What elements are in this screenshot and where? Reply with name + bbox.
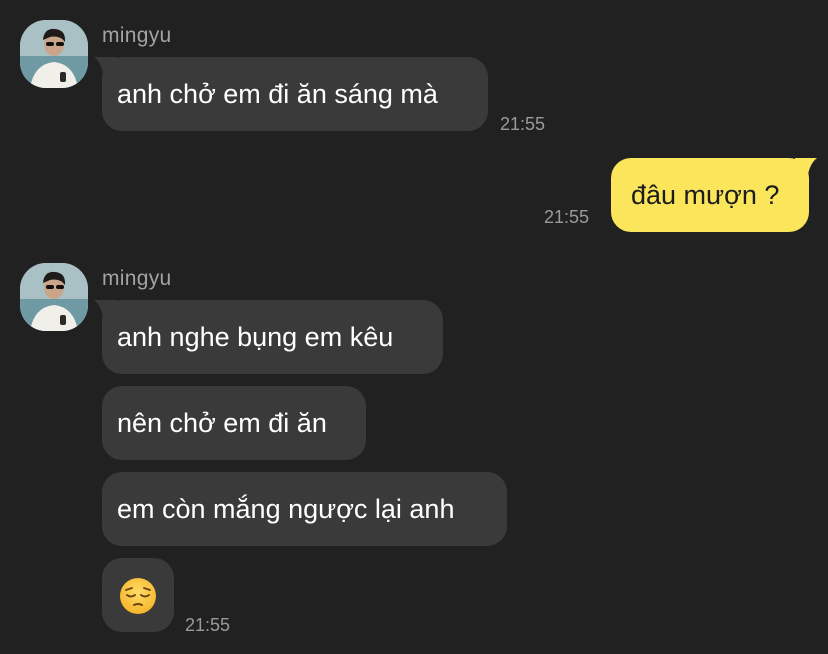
avatar-photo [20, 20, 88, 88]
message-timestamp: 21:55 [185, 615, 231, 635]
message-text: nên chở em đi ăn [117, 408, 327, 438]
sender-name: mingyu [102, 24, 172, 47]
pensive-face-emoji [120, 578, 156, 614]
sender-name: mingyu [102, 267, 172, 290]
message-bubble[interactable]: em còn mắng ngược lại anh [102, 472, 507, 546]
bubble-tail [94, 300, 116, 322]
message-timestamp: 21:55 [544, 207, 590, 227]
avatar-photo [20, 263, 88, 331]
message-bubble-outgoing[interactable]: đâu mượn ? [611, 158, 817, 232]
bubble-tail [795, 158, 817, 180]
message-text: đâu mượn ? [631, 180, 780, 210]
emoji-message-bubble[interactable] [102, 558, 174, 632]
sender-avatar[interactable] [20, 20, 88, 88]
message-text: em còn mắng ngược lại anh [117, 494, 455, 524]
message-timestamp: 21:55 [500, 114, 546, 134]
chat-view: mingyu anh chở em đi ăn sáng mà 21:55 21… [0, 0, 828, 654]
message-bubble[interactable]: anh nghe bụng em kêu [94, 300, 443, 374]
message-bubble[interactable]: anh chở em đi ăn sáng mà [94, 57, 488, 131]
message-text: anh nghe bụng em kêu [117, 322, 394, 352]
sender-avatar[interactable] [20, 263, 88, 331]
message-text: anh chở em đi ăn sáng mà [117, 79, 438, 109]
bubble-tail [94, 57, 116, 79]
message-bubble[interactable]: nên chở em đi ăn [102, 386, 366, 460]
